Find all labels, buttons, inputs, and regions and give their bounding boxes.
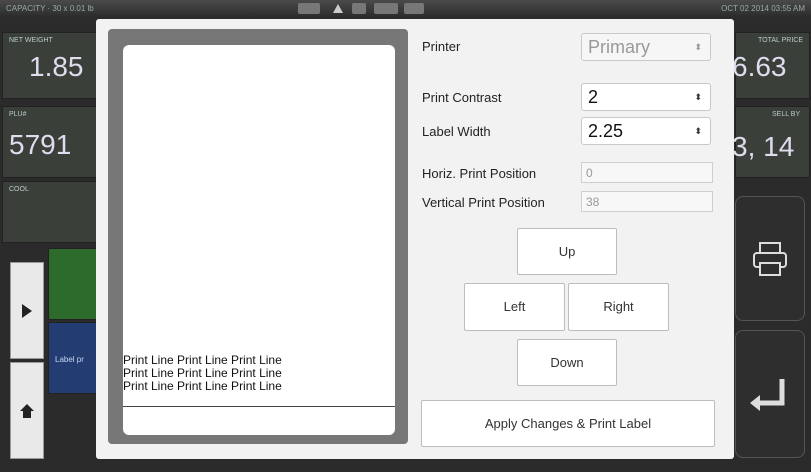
label-width-label: Label Width: [422, 124, 491, 139]
total-price-value: 6.63: [732, 51, 787, 82]
cool-panel: COOL: [2, 181, 97, 243]
print-button[interactable]: [735, 196, 805, 321]
net-weight-title: NET WEIGHT: [9, 37, 53, 44]
total-price-panel: TOTAL PRICE 6.63: [732, 32, 810, 99]
chevron-updown-icon: ⬍: [694, 92, 702, 102]
apply-print-button[interactable]: Apply Changes & Print Label: [421, 400, 715, 447]
printer-label: Printer: [422, 39, 461, 54]
chevron-updown-icon: ⬍: [694, 126, 702, 136]
print-settings-dialog: Print Line Print Line Print Line Print L…: [96, 19, 734, 459]
net-weight-panel: NET WEIGHT 1.85: [2, 32, 97, 99]
plu-panel: PLU# 5791: [2, 106, 97, 178]
printer-select[interactable]: Primary ⬍: [581, 33, 711, 61]
contrast-label: Print Contrast: [422, 90, 502, 105]
home-tab[interactable]: [10, 362, 44, 459]
left-button[interactable]: Left: [464, 283, 565, 331]
status-icons: [290, 2, 450, 16]
capacity-text: CAPACITY · 30 x 0.01 lb: [6, 4, 94, 13]
sell-by-value: 3, 14: [732, 131, 795, 162]
sell-by-panel: SELL BY 3, 14: [732, 106, 810, 178]
label-preview-frame: Print Line Print Line Print Line Print L…: [108, 29, 408, 444]
label-width-value: 2.25: [588, 121, 624, 141]
horiz-position-label: Horiz. Print Position: [422, 166, 537, 181]
right-button[interactable]: Right: [568, 283, 669, 331]
status-bar: CAPACITY · 30 x 0.01 lb OCT 02 2014 03:5…: [0, 0, 811, 18]
preview-lines: Print Line Print Line Print Line Print L…: [123, 354, 393, 393]
label-preview-tab-text: Label pr: [55, 355, 84, 364]
preview-rule: [123, 406, 395, 407]
network-icon: [374, 3, 398, 14]
vertical-position-input[interactable]: 38: [581, 191, 713, 212]
label-width-select[interactable]: 2.25 ⬍: [581, 117, 711, 145]
expand-arrow-icon: [22, 304, 32, 318]
sell-by-title: SELL BY: [772, 111, 801, 118]
printer-value: Primary: [588, 37, 650, 57]
enter-button[interactable]: [735, 330, 805, 458]
total-price-title: TOTAL PRICE: [758, 37, 803, 44]
battery-icon: [298, 3, 320, 14]
green-tile[interactable]: [48, 248, 98, 320]
down-button[interactable]: Down: [517, 339, 617, 386]
horiz-position-input[interactable]: 0: [581, 162, 713, 183]
vertical-position-label: Vertical Print Position: [422, 195, 545, 210]
chevron-updown-icon: ⬍: [694, 42, 702, 52]
contrast-value: 2: [588, 87, 599, 107]
scale-icon: [352, 3, 366, 14]
monitor-icon: [404, 3, 424, 14]
plu-title: PLU#: [9, 111, 27, 118]
net-weight-value: 1.85: [29, 51, 84, 82]
enter-icon: [750, 379, 785, 411]
datetime-text: OCT 02 2014 03:55 AM: [721, 4, 805, 13]
home-icon: [20, 404, 34, 418]
warning-icon: [332, 3, 343, 14]
expand-tab[interactable]: [10, 262, 44, 359]
cool-title: COOL: [9, 186, 29, 193]
label-preview-tab[interactable]: Label pr: [48, 322, 98, 394]
plu-value: 5791: [9, 129, 72, 160]
preview-line: Print Line Print Line Print Line: [123, 379, 282, 393]
printer-icon: [753, 242, 787, 276]
up-button[interactable]: Up: [517, 228, 617, 275]
contrast-select[interactable]: 2 ⬍: [581, 83, 711, 111]
